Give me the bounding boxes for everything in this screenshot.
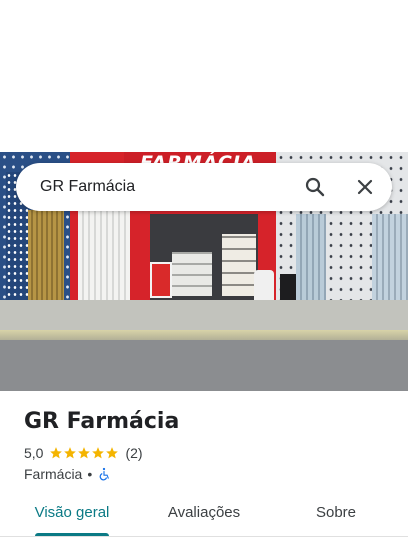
photo-curb xyxy=(0,330,408,340)
search-bar[interactable]: GR Farmácia xyxy=(16,163,392,211)
wheelchair-icon xyxy=(99,467,110,481)
photo-shutter-mid xyxy=(78,210,130,304)
photo-shutter-left xyxy=(28,210,64,304)
rating-row[interactable]: 5,0 (2) xyxy=(24,444,143,462)
tab-overview[interactable]: Visão geral xyxy=(24,494,120,536)
search-icon[interactable] xyxy=(303,175,327,199)
place-category: Farmácia xyxy=(24,466,83,482)
star-icon xyxy=(64,447,77,459)
rating-stars xyxy=(49,446,119,460)
star-icon xyxy=(50,447,63,459)
place-title: GR Farmácia xyxy=(24,409,180,434)
review-count[interactable]: (2) xyxy=(125,445,142,461)
star-icon xyxy=(92,447,105,459)
photo-shutter-right xyxy=(296,214,326,304)
category-row: Farmácia • xyxy=(24,465,111,483)
separator-dot: • xyxy=(87,466,93,482)
photo-sidewalk xyxy=(0,300,408,334)
tab-divider xyxy=(0,536,408,537)
place-tabs: Visão geral Avaliações Sobre xyxy=(0,494,408,536)
search-input[interactable]: GR Farmácia xyxy=(40,178,135,196)
photo-road xyxy=(0,340,408,391)
star-icon xyxy=(78,447,91,459)
tab-reviews[interactable]: Avaliações xyxy=(156,494,252,536)
rating-value: 5,0 xyxy=(24,445,44,461)
close-icon[interactable] xyxy=(353,175,377,199)
tab-about[interactable]: Sobre xyxy=(290,494,382,536)
photo-poster xyxy=(150,262,172,298)
photo-shelf xyxy=(222,234,256,296)
photo-shelf xyxy=(172,252,212,296)
star-icon xyxy=(106,447,119,459)
photo-shutter-right xyxy=(372,214,408,304)
